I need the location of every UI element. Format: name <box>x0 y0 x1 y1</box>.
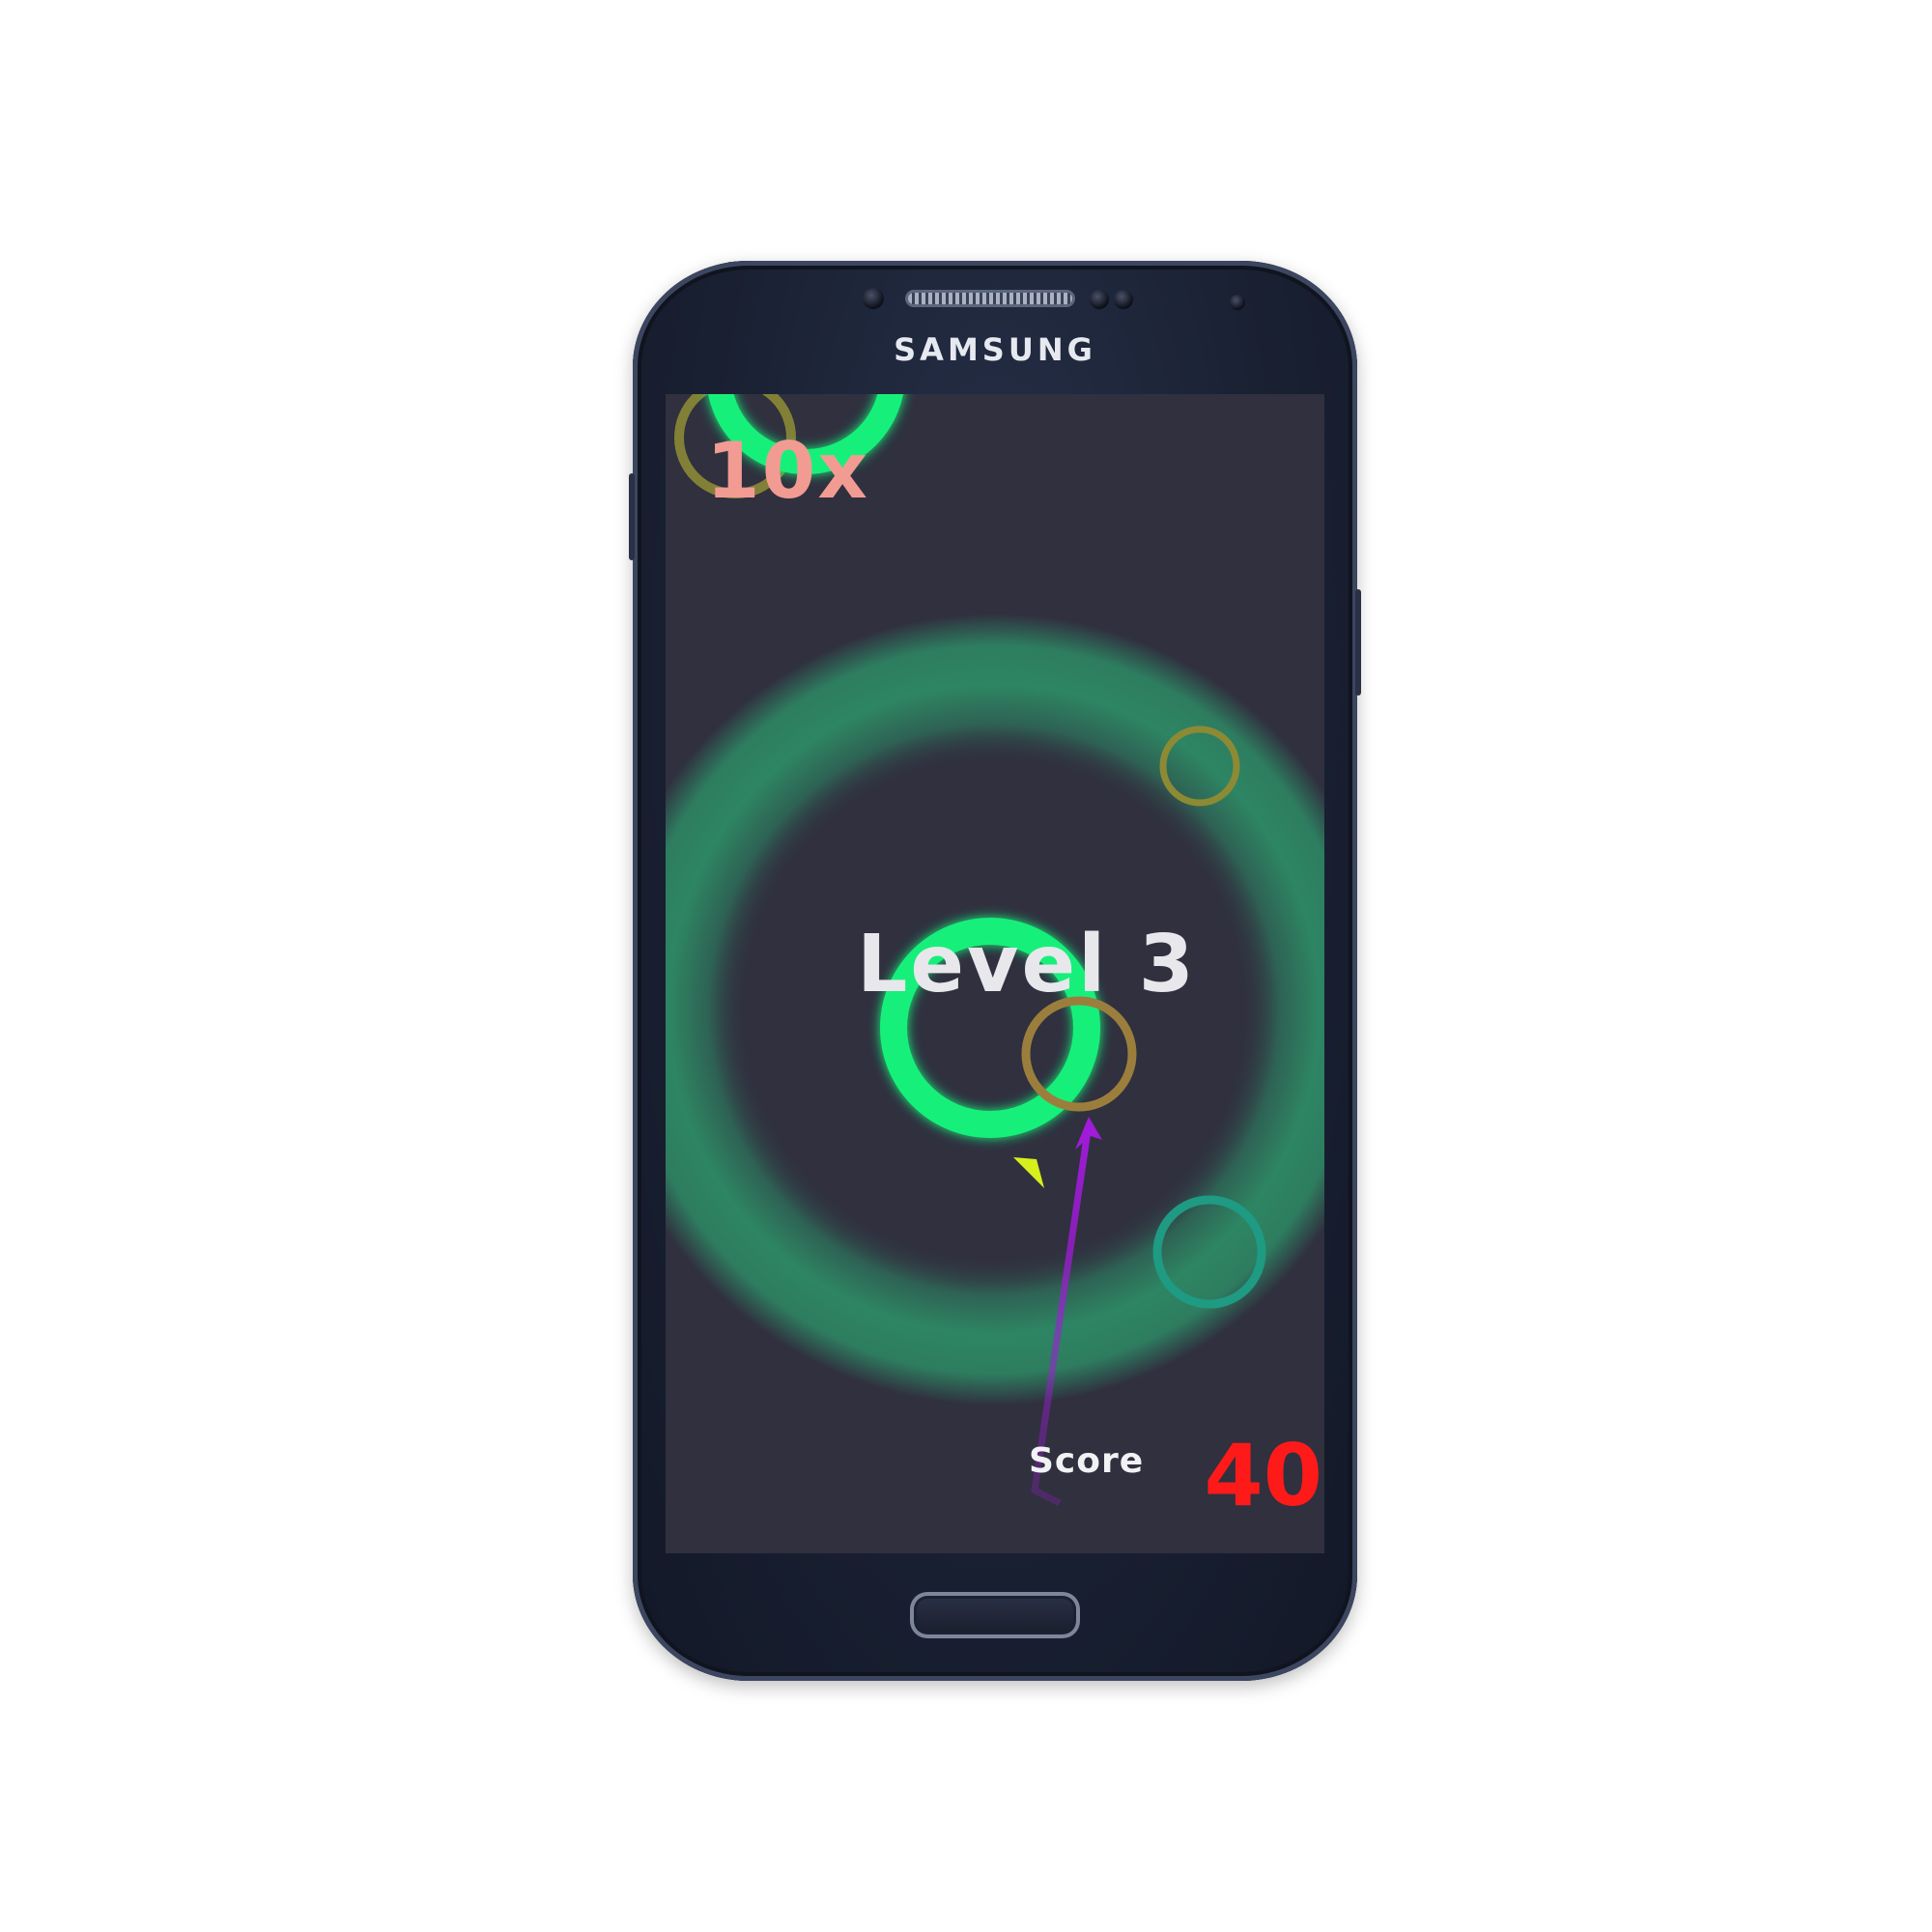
front-camera-icon <box>1230 295 1245 310</box>
volume-button <box>629 473 635 560</box>
brand-logo: SAMSUNG <box>894 331 1096 368</box>
stage: SAMSUNG 10x Level 3 Score 40 <box>0 0 1932 1932</box>
earpiece-speaker <box>908 293 1072 304</box>
score-label: Score <box>1029 1441 1145 1481</box>
proximity-sensor-icon <box>1090 290 1109 309</box>
score-value: 40 <box>1204 1426 1322 1525</box>
level-title: Level 3 <box>857 919 1197 1010</box>
multiplier-label: 10x <box>706 426 869 516</box>
home-button[interactable] <box>910 1592 1080 1638</box>
game-screen[interactable]: 10x Level 3 Score 40 <box>666 394 1324 1553</box>
front-sensor-icon <box>863 288 884 309</box>
power-button <box>1355 589 1361 696</box>
light-sensor-icon <box>1114 290 1133 309</box>
